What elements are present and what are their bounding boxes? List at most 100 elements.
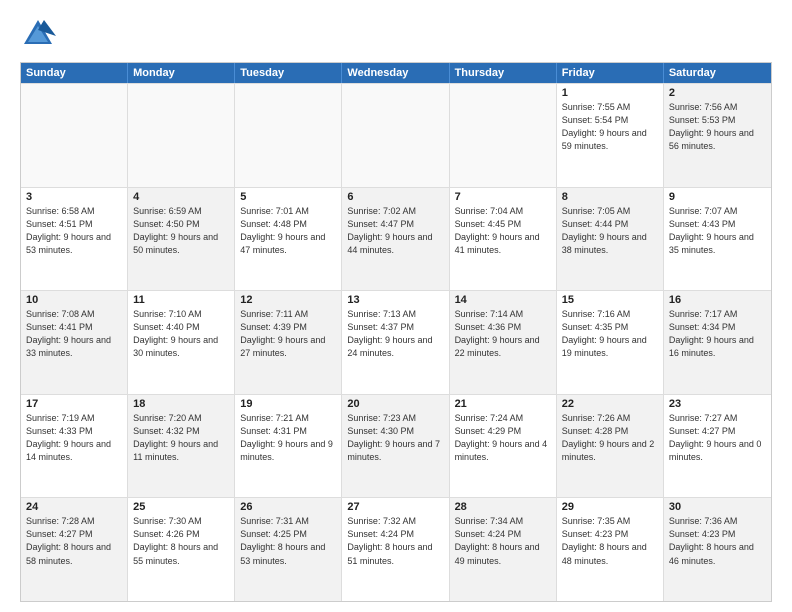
- day-number: 2: [669, 87, 766, 99]
- day-info: Sunrise: 7:08 AMSunset: 4:41 PMDaylight:…: [26, 308, 122, 360]
- week-row-1: 1 Sunrise: 7:55 AMSunset: 5:54 PMDaylight…: [21, 83, 771, 187]
- header-day-friday: Friday: [557, 63, 664, 83]
- week-row-3: 10 Sunrise: 7:08 AMSunset: 4:41 PMDayligh…: [21, 290, 771, 394]
- calendar-body: 1 Sunrise: 7:55 AMSunset: 5:54 PMDaylight…: [21, 83, 771, 601]
- header: [20, 16, 772, 52]
- day-number: 15: [562, 294, 658, 306]
- header-day-saturday: Saturday: [664, 63, 771, 83]
- header-day-tuesday: Tuesday: [235, 63, 342, 83]
- day-number: 4: [133, 191, 229, 203]
- week-row-5: 24 Sunrise: 7:28 AMSunset: 4:27 PMDayligh…: [21, 497, 771, 601]
- day-number: 9: [669, 191, 766, 203]
- day-cell-5: 5 Sunrise: 7:01 AMSunset: 4:48 PMDaylight…: [235, 188, 342, 291]
- day-info: Sunrise: 7:11 AMSunset: 4:39 PMDaylight:…: [240, 308, 336, 360]
- day-info: Sunrise: 7:05 AMSunset: 4:44 PMDaylight:…: [562, 205, 658, 257]
- day-info: Sunrise: 7:27 AMSunset: 4:27 PMDaylight:…: [669, 412, 766, 464]
- day-cell-13: 13 Sunrise: 7:13 AMSunset: 4:37 PMDayligh…: [342, 291, 449, 394]
- day-info: Sunrise: 7:31 AMSunset: 4:25 PMDaylight:…: [240, 515, 336, 567]
- day-info: Sunrise: 7:17 AMSunset: 4:34 PMDaylight:…: [669, 308, 766, 360]
- day-info: Sunrise: 7:26 AMSunset: 4:28 PMDaylight:…: [562, 412, 658, 464]
- day-number: 14: [455, 294, 551, 306]
- day-info: Sunrise: 7:36 AMSunset: 4:23 PMDaylight:…: [669, 515, 766, 567]
- day-cell-29: 29 Sunrise: 7:35 AMSunset: 4:23 PMDayligh…: [557, 498, 664, 601]
- header-day-monday: Monday: [128, 63, 235, 83]
- day-cell-9: 9 Sunrise: 7:07 AMSunset: 4:43 PMDaylight…: [664, 188, 771, 291]
- day-info: Sunrise: 7:24 AMSunset: 4:29 PMDaylight:…: [455, 412, 551, 464]
- week-row-2: 3 Sunrise: 6:58 AMSunset: 4:51 PMDaylight…: [21, 187, 771, 291]
- day-info: Sunrise: 7:13 AMSunset: 4:37 PMDaylight:…: [347, 308, 443, 360]
- day-cell-17: 17 Sunrise: 7:19 AMSunset: 4:33 PMDayligh…: [21, 395, 128, 498]
- empty-cell: [450, 84, 557, 187]
- header-day-thursday: Thursday: [450, 63, 557, 83]
- day-number: 18: [133, 398, 229, 410]
- calendar: SundayMondayTuesdayWednesdayThursdayFrid…: [20, 62, 772, 602]
- day-info: Sunrise: 7:01 AMSunset: 4:48 PMDaylight:…: [240, 205, 336, 257]
- day-cell-14: 14 Sunrise: 7:14 AMSunset: 4:36 PMDayligh…: [450, 291, 557, 394]
- day-number: 5: [240, 191, 336, 203]
- day-cell-22: 22Sunrise: 7:26 AMSunset: 4:28 PMDayligh…: [557, 395, 664, 498]
- day-number: 12: [240, 294, 336, 306]
- day-number: 1: [562, 87, 658, 99]
- day-cell-10: 10 Sunrise: 7:08 AMSunset: 4:41 PMDayligh…: [21, 291, 128, 394]
- empty-cell: [342, 84, 449, 187]
- day-info: Sunrise: 7:16 AMSunset: 4:35 PMDaylight:…: [562, 308, 658, 360]
- empty-cell: [128, 84, 235, 187]
- day-cell-3: 3 Sunrise: 6:58 AMSunset: 4:51 PMDaylight…: [21, 188, 128, 291]
- day-cell-16: 16 Sunrise: 7:17 AMSunset: 4:34 PMDayligh…: [664, 291, 771, 394]
- week-row-4: 17 Sunrise: 7:19 AMSunset: 4:33 PMDayligh…: [21, 394, 771, 498]
- day-info: Sunrise: 7:23 AMSunset: 4:30 PMDaylight:…: [347, 412, 443, 464]
- header-day-sunday: Sunday: [21, 63, 128, 83]
- logo: [20, 16, 62, 52]
- day-cell-6: 6Sunrise: 7:02 AMSunset: 4:47 PMDaylight…: [342, 188, 449, 291]
- day-cell-28: 28 Sunrise: 7:34 AMSunset: 4:24 PMDayligh…: [450, 498, 557, 601]
- day-info: Sunrise: 7:07 AMSunset: 4:43 PMDaylight:…: [669, 205, 766, 257]
- empty-cell: [21, 84, 128, 187]
- header-day-wednesday: Wednesday: [342, 63, 449, 83]
- day-number: 29: [562, 501, 658, 513]
- day-number: 19: [240, 398, 336, 410]
- day-info: Sunrise: 7:14 AMSunset: 4:36 PMDaylight:…: [455, 308, 551, 360]
- day-number: 7: [455, 191, 551, 203]
- day-info: Sunrise: 6:58 AMSunset: 4:51 PMDaylight:…: [26, 205, 122, 257]
- day-cell-26: 26 Sunrise: 7:31 AMSunset: 4:25 PMDayligh…: [235, 498, 342, 601]
- day-number: 28: [455, 501, 551, 513]
- day-cell-11: 11 Sunrise: 7:10 AMSunset: 4:40 PMDayligh…: [128, 291, 235, 394]
- day-cell-8: 8 Sunrise: 7:05 AMSunset: 4:44 PMDaylight…: [557, 188, 664, 291]
- day-info: Sunrise: 7:28 AMSunset: 4:27 PMDaylight:…: [26, 515, 122, 567]
- day-number: 11: [133, 294, 229, 306]
- day-number: 27: [347, 501, 443, 513]
- day-number: 3: [26, 191, 122, 203]
- day-info: Sunrise: 7:55 AMSunset: 5:54 PMDaylight:…: [562, 101, 658, 153]
- day-cell-7: 7 Sunrise: 7:04 AMSunset: 4:45 PMDaylight…: [450, 188, 557, 291]
- day-info: Sunrise: 7:21 AMSunset: 4:31 PMDaylight:…: [240, 412, 336, 464]
- day-number: 23: [669, 398, 766, 410]
- day-cell-21: 21Sunrise: 7:24 AMSunset: 4:29 PMDayligh…: [450, 395, 557, 498]
- day-info: Sunrise: 7:20 AMSunset: 4:32 PMDaylight:…: [133, 412, 229, 464]
- day-number: 16: [669, 294, 766, 306]
- day-info: Sunrise: 7:04 AMSunset: 4:45 PMDaylight:…: [455, 205, 551, 257]
- empty-cell: [235, 84, 342, 187]
- day-info: Sunrise: 7:56 AMSunset: 5:53 PMDaylight:…: [669, 101, 766, 153]
- day-info: Sunrise: 7:35 AMSunset: 4:23 PMDaylight:…: [562, 515, 658, 567]
- day-number: 17: [26, 398, 122, 410]
- day-cell-18: 18 Sunrise: 7:20 AMSunset: 4:32 PMDayligh…: [128, 395, 235, 498]
- day-cell-27: 27 Sunrise: 7:32 AMSunset: 4:24 PMDayligh…: [342, 498, 449, 601]
- day-number: 26: [240, 501, 336, 513]
- day-info: Sunrise: 7:19 AMSunset: 4:33 PMDaylight:…: [26, 412, 122, 464]
- day-number: 8: [562, 191, 658, 203]
- logo-icon: [20, 16, 56, 52]
- day-number: 24: [26, 501, 122, 513]
- day-number: 30: [669, 501, 766, 513]
- page: SundayMondayTuesdayWednesdayThursdayFrid…: [0, 0, 792, 612]
- day-cell-4: 4Sunrise: 6:59 AMSunset: 4:50 PMDaylight…: [128, 188, 235, 291]
- day-info: Sunrise: 7:34 AMSunset: 4:24 PMDaylight:…: [455, 515, 551, 567]
- day-cell-24: 24 Sunrise: 7:28 AMSunset: 4:27 PMDayligh…: [21, 498, 128, 601]
- day-info: Sunrise: 7:32 AMSunset: 4:24 PMDaylight:…: [347, 515, 443, 567]
- day-cell-30: 30 Sunrise: 7:36 AMSunset: 4:23 PMDayligh…: [664, 498, 771, 601]
- day-number: 10: [26, 294, 122, 306]
- day-cell-20: 20Sunrise: 7:23 AMSunset: 4:30 PMDayligh…: [342, 395, 449, 498]
- day-info: Sunrise: 7:10 AMSunset: 4:40 PMDaylight:…: [133, 308, 229, 360]
- day-info: Sunrise: 7:30 AMSunset: 4:26 PMDaylight:…: [133, 515, 229, 567]
- day-number: 13: [347, 294, 443, 306]
- day-cell-25: 25Sunrise: 7:30 AMSunset: 4:26 PMDayligh…: [128, 498, 235, 601]
